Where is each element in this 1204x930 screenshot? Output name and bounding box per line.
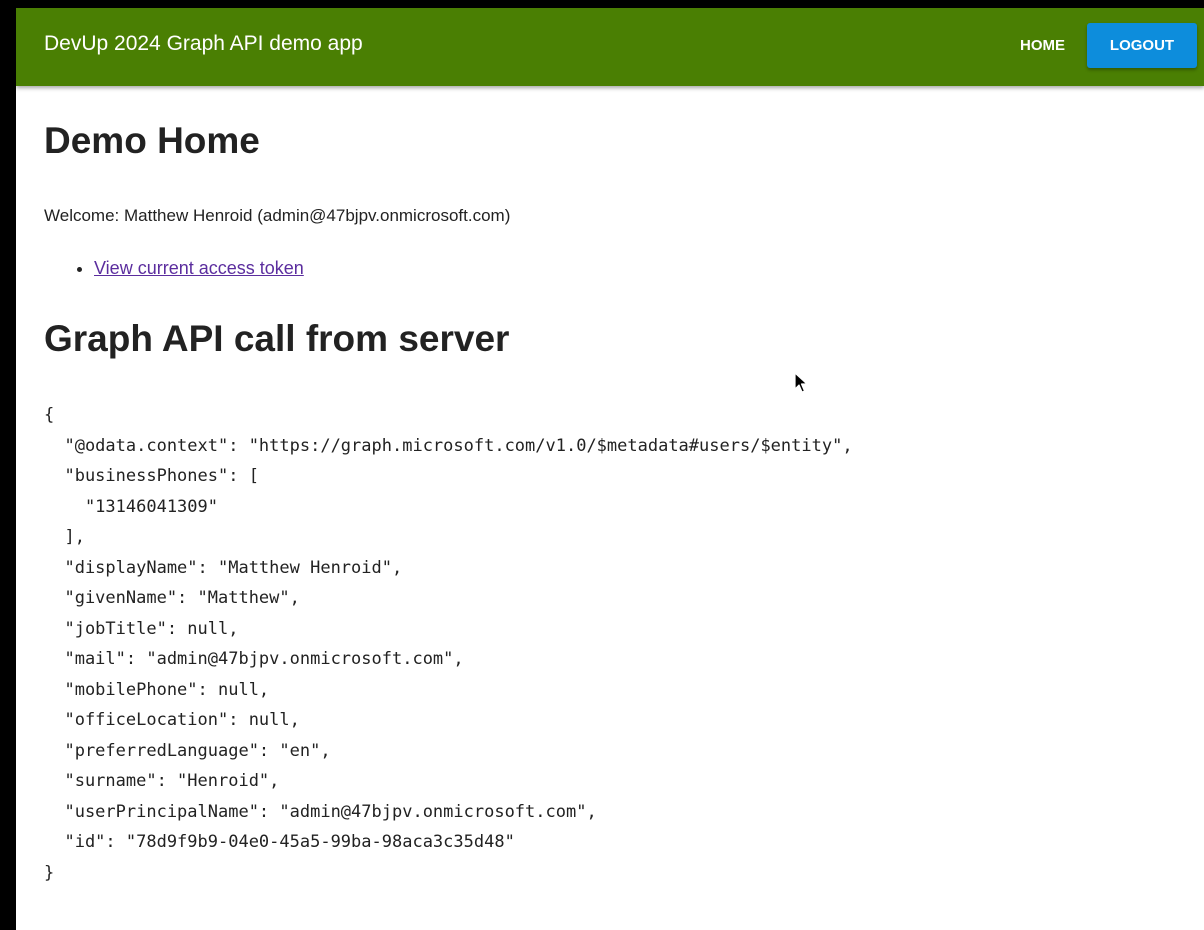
json-line: "surname": "Henroid",	[44, 771, 280, 791]
app-bar: DevUp 2024 Graph API demo app HOME LOGOU…	[16, 8, 1204, 86]
graph-api-json-output: { "@odata.context": "https://graph.micro…	[44, 400, 853, 888]
json-line: "businessPhones": [	[44, 466, 259, 486]
json-line: "displayName": "Matthew Henroid",	[44, 557, 403, 578]
welcome-text: Welcome: Matthew Henroid (admin@47bjpv.o…	[44, 206, 511, 225]
app-title: DevUp 2024 Graph API demo app	[44, 32, 363, 55]
view-access-token-link[interactable]: View current access token	[94, 258, 304, 278]
json-line: "13146041309"	[44, 496, 218, 517]
json-line: "officeLocation": null,	[44, 710, 300, 730]
json-line: {	[44, 405, 55, 425]
json-line: "preferredLanguage": "en",	[44, 740, 331, 761]
json-line: "@odata.context": "https://graph.microso…	[44, 435, 853, 456]
list-item: View current access token	[94, 258, 304, 279]
json-line: }	[44, 862, 55, 883]
page-title: Demo Home	[44, 120, 260, 161]
json-line: "mobilePhone": null,	[44, 679, 270, 700]
json-line: "mail": "admin@47bjpv.onmicrosoft.com",	[44, 649, 464, 669]
json-line: "id": "78d9f9b9-04e0-45a5-99ba-98aca3c35…	[44, 832, 515, 852]
mouse-pointer-icon	[794, 372, 808, 393]
browser-viewport: DevUp 2024 Graph API demo app HOME LOGOU…	[16, 8, 1204, 930]
logout-button[interactable]: LOGOUT	[1087, 23, 1197, 68]
json-line: "jobTitle": null,	[44, 618, 239, 639]
home-button[interactable]: HOME	[1006, 24, 1079, 68]
json-line: "givenName": "Matthew",	[44, 588, 300, 608]
json-line: "userPrincipalName": "admin@47bjpv.onmic…	[44, 801, 597, 822]
section-title: Graph API call from server	[44, 318, 510, 359]
json-line: ],	[44, 527, 85, 547]
link-list: View current access token	[44, 258, 304, 279]
